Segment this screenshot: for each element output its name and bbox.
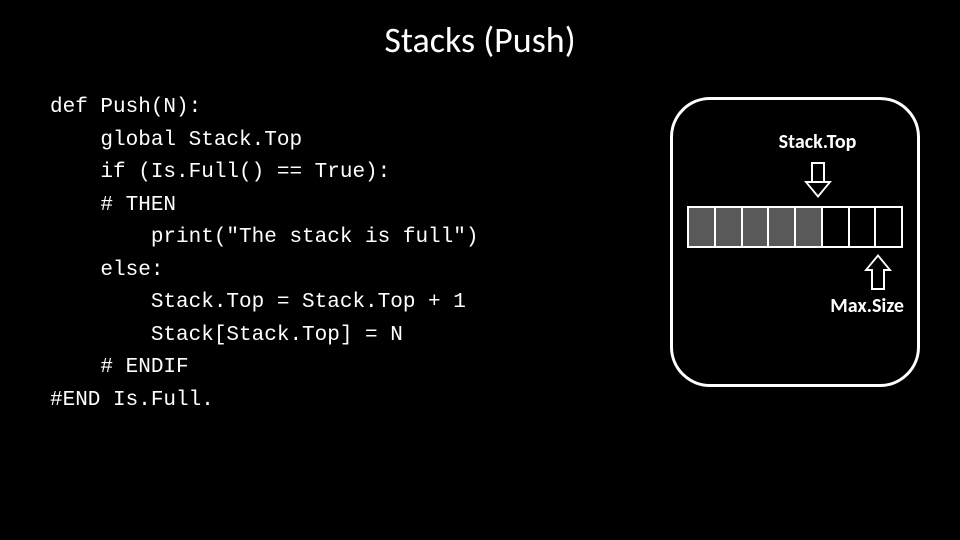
arrow-down-icon <box>804 162 832 198</box>
code-block: def Push(N): global Stack.Top if (Is.Ful… <box>50 92 650 417</box>
stack-cell <box>876 208 901 246</box>
stack-cell <box>796 208 823 246</box>
stack-cell <box>850 208 877 246</box>
stack-cell <box>743 208 770 246</box>
stack-diagram: Stack.Top Max.Size <box>670 97 920 387</box>
stack-top-label: Stack.Top <box>779 130 857 154</box>
max-size-label: Max.Size <box>830 294 904 318</box>
arrow-up-icon <box>864 254 892 290</box>
slide-title: Stacks (Push) <box>0 0 960 72</box>
stack-cell <box>716 208 743 246</box>
stack-cell <box>769 208 796 246</box>
content-area: def Push(N): global Stack.Top if (Is.Ful… <box>0 72 960 417</box>
stack-cell <box>823 208 850 246</box>
stack-array <box>687 206 903 248</box>
stack-cell <box>689 208 716 246</box>
